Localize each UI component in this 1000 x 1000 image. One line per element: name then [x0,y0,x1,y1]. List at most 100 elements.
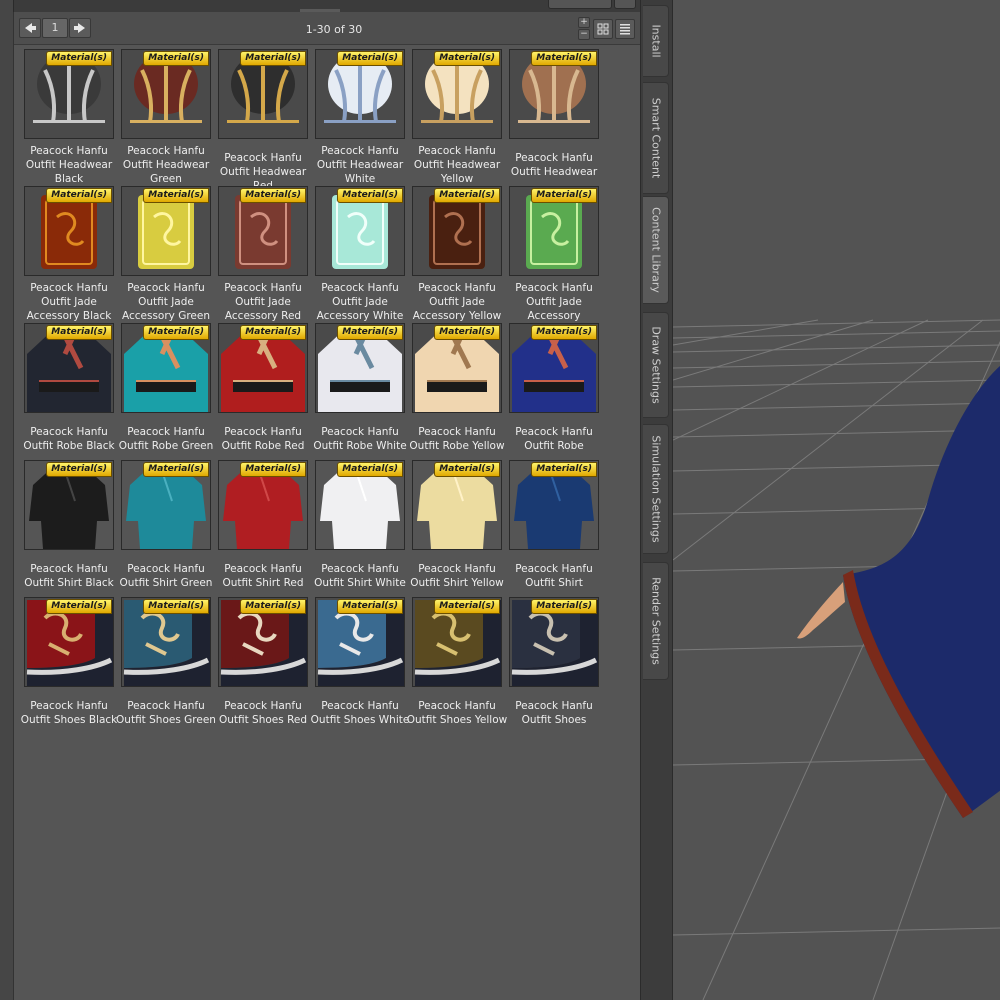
side-tab-smart-content[interactable]: Smart Content [643,82,669,194]
content-item[interactable]: Material(s) Peacock Hanfu Outfit Shoes Ye… [407,597,509,731]
content-item[interactable]: Material(s) Peacock Hanfu Outfit Headwear… [412,49,509,185]
item-thumbnail: Material(s) [509,49,599,139]
panel-close-button[interactable] [614,0,636,9]
side-tab-draw-settings[interactable]: Draw Settings [643,312,669,418]
3d-viewport[interactable] [672,0,1000,1000]
side-tab-content-library[interactable]: Content Library [643,196,669,304]
item-thumbnail: Material(s) [412,460,502,550]
material-badge: Material(s) [46,462,112,477]
item-thumbnail: Material(s) [315,186,405,276]
item-thumbnail: Material(s) [315,323,405,413]
content-item[interactable]: Material(s) Peacock Hanfu Outfit Robe [509,323,606,457]
zoom-out-button[interactable]: − [578,29,590,40]
content-item[interactable]: Material(s) Peacock Hanfu Outfit Jade Acc… [218,186,315,322]
item-label: Peacock Hanfu Outfit Jade Accessory Blac… [26,282,112,322]
content-item[interactable]: Material(s) Peacock Hanfu Outfit Headwear… [315,49,412,185]
item-thumbnail: Material(s) [315,597,405,687]
zoom-in-button[interactable]: + [578,17,590,28]
item-thumbnail: Material(s) [24,323,114,413]
content-item[interactable]: Material(s) Peacock Hanfu Outfit Headwear [509,49,606,183]
content-item[interactable]: Material(s) Peacock Hanfu Outfit Shirt Wh… [314,460,412,594]
item-thumbnail: Material(s) [509,186,599,276]
material-badge: Material(s) [143,462,209,477]
panel-title-strip [0,0,640,12]
content-grid: Material(s) Peacock Hanfu Outfit Headwear… [14,45,641,1000]
content-library-panel: 1 1-30 of 30 + − Material(s) Peacock Han… [13,12,641,1000]
content-item[interactable]: Material(s) Peacock Hanfu Outfit Shirt Gr… [120,460,218,594]
material-badge: Material(s) [240,51,306,66]
item-thumbnail: Material(s) [218,49,308,139]
side-tab-install[interactable]: Install [643,5,669,77]
content-toolbar: 1 1-30 of 30 + − [14,12,641,45]
item-thumbnail: Material(s) [315,460,405,550]
arrow-left-icon [25,23,36,33]
content-item[interactable]: Material(s) Peacock Hanfu Outfit Robe Gre… [119,323,218,457]
content-item[interactable]: Material(s) Peacock Hanfu Outfit Shoes Bl… [21,597,121,731]
content-item[interactable]: Material(s) Peacock Hanfu Outfit Robe Bla… [23,323,121,457]
material-badge: Material(s) [434,599,500,614]
item-thumbnail: Material(s) [412,323,502,413]
content-item[interactable]: Material(s) Peacock Hanfu Outfit Headwear… [218,49,315,192]
content-item[interactable]: Material(s) Peacock Hanfu Outfit Jade Acc… [24,186,121,322]
content-item[interactable]: Material(s) Peacock Hanfu Outfit Jade Acc… [121,186,218,322]
item-label: Peacock Hanfu Outfit Robe [515,426,593,452]
content-item[interactable]: Material(s) Peacock Hanfu Outfit Shoes [509,597,606,731]
panel-menu-button[interactable] [548,0,612,9]
content-item[interactable]: Material(s) Peacock Hanfu Outfit Jade Acc… [509,186,606,322]
item-label: Peacock Hanfu Outfit Jade Accessory Red [224,282,302,322]
content-item[interactable]: Material(s) Peacock Hanfu Outfit Shirt Bl… [24,460,121,594]
item-thumbnail: Material(s) [218,460,308,550]
material-badge: Material(s) [531,51,597,66]
item-label: Peacock Hanfu Outfit Jade Accessory [515,282,593,322]
left-dock-edge [0,0,14,1000]
item-label: Peacock Hanfu Outfit Headwear Green [122,145,210,185]
material-badge: Material(s) [143,51,209,66]
content-item[interactable]: Material(s) Peacock Hanfu Outfit Shirt Ye… [410,460,509,594]
next-page-button[interactable] [69,18,91,38]
page-count: 1-30 of 30 [305,23,363,36]
item-thumbnail: Material(s) [412,49,502,139]
icon-view-button[interactable] [593,19,613,39]
content-item[interactable]: Material(s) Peacock Hanfu Outfit Robe Yel… [409,323,509,457]
item-label: Peacock Hanfu Outfit Robe Red [221,426,305,452]
item-thumbnail: Material(s) [24,597,114,687]
content-item[interactable]: Material(s) Peacock Hanfu Outfit Headwear… [121,49,218,185]
item-label: Peacock Hanfu Outfit Shoes Red [218,700,308,726]
content-item[interactable]: Material(s) Peacock Hanfu Outfit Shirt Re… [218,460,315,594]
item-thumbnail: Material(s) [509,323,599,413]
item-label: Peacock Hanfu Outfit Shirt White [314,563,406,589]
item-label: Peacock Hanfu Outfit Shoes White [310,700,410,726]
item-label: Peacock Hanfu Outfit Shirt Green [119,563,213,589]
item-label: Peacock Hanfu Outfit Jade Accessory Gree… [121,282,211,322]
side-tab-render-settings[interactable]: Render Settings [643,562,669,680]
item-thumbnail: Material(s) [218,323,308,413]
material-badge: Material(s) [240,325,306,340]
item-thumbnail: Material(s) [121,49,211,139]
material-badge: Material(s) [337,51,403,66]
viewport-scene [673,319,1000,1000]
content-item[interactable]: Material(s) Peacock Hanfu Outfit Jade Acc… [412,186,509,322]
content-item[interactable]: Material(s) Peacock Hanfu Outfit Jade Acc… [315,186,412,322]
material-badge: Material(s) [143,325,209,340]
item-label: Peacock Hanfu Outfit Robe Green [118,426,214,452]
side-tab-bar: Install Smart Content Content Library Draw … [640,0,674,1000]
content-item[interactable]: Material(s) Peacock Hanfu Outfit Shirt [509,460,606,594]
item-label: Peacock Hanfu Outfit Headwear Yellow [413,145,501,185]
item-label: Peacock Hanfu Outfit Shoes [515,700,593,726]
side-tab-label: Simulation Settings [649,435,662,543]
side-tab-simulation-settings[interactable]: Simulation Settings [643,424,669,554]
material-badge: Material(s) [143,599,209,614]
content-item[interactable]: Material(s) Peacock Hanfu Outfit Shoes Gr… [116,597,218,731]
item-label: Peacock Hanfu Outfit Shirt Black [24,563,114,589]
content-item[interactable]: Material(s) Peacock Hanfu Outfit Headwear… [24,49,121,185]
content-item[interactable]: Material(s) Peacock Hanfu Outfit Robe Whi… [313,323,412,457]
material-badge: Material(s) [143,188,209,203]
content-item[interactable]: Material(s) Peacock Hanfu Outfit Shoes Wh… [311,597,412,731]
item-thumbnail: Material(s) [121,597,211,687]
page-number-field[interactable]: 1 [42,18,68,38]
list-view-button[interactable] [615,19,635,39]
prev-page-button[interactable] [19,18,41,38]
content-item[interactable]: Material(s) Peacock Hanfu Outfit Robe Red [218,323,315,457]
material-badge: Material(s) [240,462,306,477]
content-item[interactable]: Material(s) Peacock Hanfu Outfit Shoes Re… [218,597,315,731]
